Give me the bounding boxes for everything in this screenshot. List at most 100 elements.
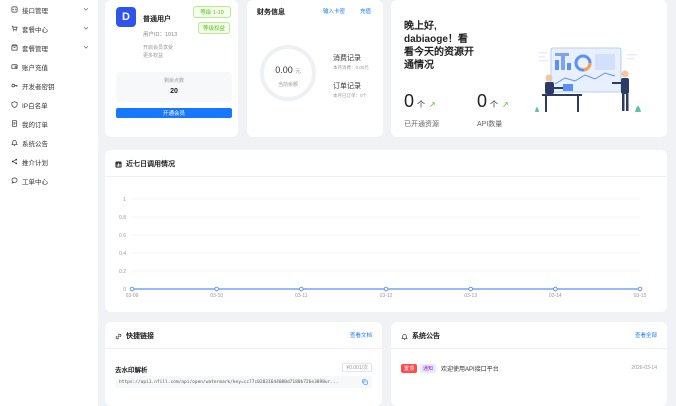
welcome-card: 晚上好, dabiaoge！看 看今天的资源开 通情况 0 个 ↗ 已开通资源 0个… [391, 0, 667, 137]
x-tick-label: 03-12 [380, 293, 393, 299]
points-label: 剩余点数 [163, 78, 184, 84]
cart-icon [10, 25, 18, 33]
redeem-code-link[interactable]: 输入卡密 [323, 7, 345, 15]
notices-card: 系统公告 查看全部 置顶 通知 欢迎使用API接口平台 2026-03-14 [391, 322, 667, 406]
notice-date: 2026-03-14 [631, 365, 657, 371]
notice-type-tag: 通知 [420, 363, 437, 373]
recharge-link[interactable]: 充值 [360, 7, 371, 15]
data-point [553, 286, 558, 292]
link-icon [115, 333, 122, 340]
x-tick-label: 03-09 [126, 293, 139, 299]
sidebar-item-label: 账户充值 [22, 64, 48, 72]
api-url-text: https://api1.nfill.com/api/open/watermar… [119, 379, 339, 385]
balance-amount-value: 0.00 [275, 65, 293, 75]
usage-chart-card: 近七日调用情况 0 0.2 0.4 0.6 0.8 1 03-09 03-10 03-11 03-… [105, 150, 667, 312]
chart-icon [115, 160, 122, 168]
sidebar-item[interactable]: 工单中心 [0, 171, 98, 190]
order-records-link[interactable]: 订单记录 [333, 81, 361, 91]
sidebar-item-label: IP白名单 [22, 102, 48, 110]
avatar: D [116, 7, 136, 27]
share-icon [10, 158, 18, 166]
sidebar-item[interactable]: 我的订单 [0, 114, 98, 133]
trend-up-icon: ↗ [429, 100, 436, 109]
api-label: API数量 [477, 121, 503, 128]
sidebar-item-label: 我的订单 [22, 121, 48, 129]
welcome-greeting: 晚上好, dabiaoge！看 看今天的资源开 通情况 [404, 20, 494, 72]
y-tick-label: 0.4 [119, 251, 126, 257]
api-count-unit: 个 [490, 100, 499, 109]
consume-records-sub: 本月消费：0.00元 [333, 65, 369, 70]
sidebar-item[interactable]: 套餐中心 [0, 19, 98, 38]
trend-up-icon: ↗ [502, 100, 509, 109]
points-value: 20 [170, 88, 178, 95]
open-membership-button[interactable]: 开通会员 [116, 108, 232, 118]
quick-links-title-text: 快捷链接 [126, 333, 154, 340]
api-price: ¥0.001/次 [342, 363, 372, 372]
member-desc-line1: 开启会员享受 [143, 45, 174, 51]
sidebar-item[interactable]: 账户充值 [0, 57, 98, 76]
quick-links-card: 快捷链接 查看文档 去水印解析 ¥0.001/次 https://api1.nf… [105, 322, 382, 406]
api-name[interactable]: 去水印解析 [115, 364, 148, 374]
points-balance-box: 剩余点数 20 [116, 72, 232, 102]
greeting-line: 通情况 [404, 60, 434, 71]
chevron-down-icon [83, 6, 90, 13]
data-point [129, 286, 135, 292]
sidebar-item[interactable]: 接口管理 [0, 0, 98, 19]
resources-count-value: 0 [404, 91, 415, 111]
sidebar-item[interactable]: 系统公告 [0, 133, 98, 152]
x-tick-label: 03-13 [464, 293, 477, 299]
sidebar-nav: 接口管理套餐中心套餐管理账户充值开发者密钥 IP白名单我的订单系统公告推介计划工单… [0, 0, 98, 190]
balance-amount-unit: 元 [295, 69, 301, 75]
finance-card: 财务信息 输入卡密 充值 0.00 元 当前余额 消费记录 本月消费：0.00元… [247, 0, 383, 137]
x-tick-label: 03-10 [210, 293, 223, 299]
consume-records-link[interactable]: 消费记录 [333, 53, 361, 63]
usage-chart-title: 近七日调用情况 [115, 159, 175, 169]
notices-title-text: 系统公告 [412, 333, 440, 340]
greeting-line: dabiaoge！看 [404, 34, 468, 45]
chevron-down-icon [83, 44, 90, 51]
pinned-tag: 置顶 [401, 363, 418, 373]
sidebar-item-label: 接口管理 [22, 7, 48, 15]
sidebar-item[interactable]: 套餐管理 [0, 38, 98, 57]
api-count: 0 个 ↗ [477, 91, 509, 112]
quick-links-title: 快捷链接 [115, 331, 154, 341]
api-icon [10, 6, 18, 14]
data-point [383, 286, 389, 292]
copy-icon[interactable] [362, 379, 368, 385]
sidebar: 接口管理套餐中心套餐管理账户充值开发者密钥 IP白名单我的订单系统公告推介计划工单… [0, 0, 98, 406]
resources-count: 0 个 ↗ [404, 91, 436, 112]
x-tick-label: 03-14 [549, 293, 562, 299]
level-benefits-button[interactable]: 等级权益 [198, 22, 230, 34]
sidebar-item[interactable]: 推介计划 [0, 152, 98, 171]
sidebar-item-label: 推介计划 [22, 159, 48, 167]
view-docs-link[interactable]: 查看文档 [350, 331, 372, 339]
data-point [468, 286, 473, 292]
level-badge: 等级 1-10 [193, 6, 231, 18]
usage-line-chart: 0 0.2 0.4 0.6 0.8 1 03-09 03-10 03-11 03-12 03-13 0… [119, 197, 647, 299]
sidebar-item[interactable]: 开发者密钥 [0, 76, 98, 95]
notice-title: 欢迎使用API接口平台 [441, 366, 499, 373]
y-tick-label: 0.8 [119, 215, 126, 221]
y-tick-label: 0.6 [119, 233, 126, 239]
sidebar-item[interactable]: IP白名单 [0, 95, 98, 114]
y-tick-label: 0.2 [119, 269, 126, 275]
sidebar-item-label: 套餐中心 [22, 26, 48, 34]
data-point [299, 286, 304, 292]
key-icon [10, 82, 18, 90]
sidebar-item-label: 开发者密钥 [22, 83, 55, 91]
finance-title: 财务信息 [257, 9, 285, 16]
balance-label: 当前余额 [277, 82, 298, 88]
greeting-line: 晚上好, [404, 21, 437, 32]
bell-icon [401, 333, 408, 340]
wallet-icon [10, 63, 18, 71]
x-tick-label: 03-15 [634, 293, 647, 299]
notices-title: 系统公告 [401, 331, 440, 341]
user-id: 用户ID：1013 [143, 32, 178, 38]
box-icon [10, 44, 18, 52]
view-all-notices-link[interactable]: 查看全部 [635, 331, 657, 339]
y-tick-label: 0 [123, 287, 126, 293]
data-point [214, 286, 219, 292]
notice-item[interactable]: 置顶 通知 欢迎使用API接口平台 2026-03-14 [401, 363, 657, 373]
api-url-field[interactable]: https://api1.nfill.com/api/open/watermar… [115, 376, 372, 388]
order-records-sub: 本月已订单：0个 [333, 93, 368, 98]
